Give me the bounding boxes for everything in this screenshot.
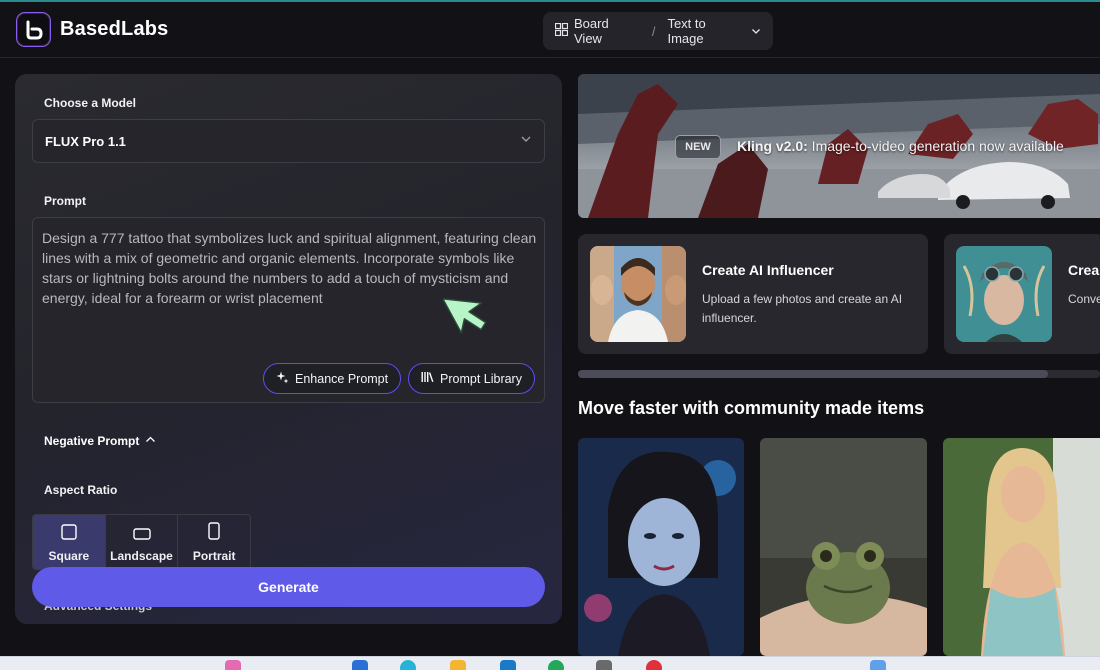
library-icon (421, 371, 434, 386)
chevron-up-icon (145, 434, 156, 448)
taskbar-app-icon[interactable] (225, 660, 241, 670)
aspect-square-option[interactable]: Square (33, 515, 106, 569)
community-section-title: Move faster with community made items (578, 398, 925, 418)
banner-text: Kling v2.0: Image-to-video generation no… (737, 138, 1064, 154)
aspect-ratio-label: Aspect Ratio (44, 483, 118, 497)
app-name[interactable]: BasedLabs (60, 18, 169, 41)
new-badge: NEW (675, 135, 721, 159)
announcement-banner[interactable]: NEW Kling v2.0: Image-to-video generatio… (578, 74, 1100, 218)
aspect-portrait-label: Portrait (192, 549, 236, 563)
breadcrumb-separator: / (651, 23, 656, 39)
generation-panel: Choose a Model FLUX Pro 1.1 Prompt Desig… (15, 74, 562, 624)
community-item[interactable] (578, 438, 744, 656)
card-description: Upload a few photos and create an AI inf… (702, 292, 903, 325)
square-icon (61, 524, 77, 543)
banner-body: Image-to-video generation now available (807, 138, 1064, 154)
taskbar-app-icon[interactable] (596, 660, 612, 670)
taskbar-app-icon[interactable] (400, 660, 416, 670)
taskbar-app-icon[interactable] (450, 660, 466, 670)
generate-button[interactable]: Generate (32, 567, 545, 607)
cards-scrollbar[interactable] (578, 370, 1100, 378)
model-label: Choose a Model (44, 96, 137, 110)
community-image-portrait-woman (578, 438, 744, 656)
card-title: Create AI Influencer (702, 262, 834, 278)
aspect-square-label: Square (48, 549, 90, 563)
taskbar-app-icon[interactable] (870, 660, 886, 670)
enhance-prompt-label: Enhance Prompt (295, 371, 389, 386)
taskbar-app-icon[interactable] (500, 660, 516, 670)
banner-title: Kling v2.0: (737, 138, 808, 154)
landscape-icon (132, 528, 151, 543)
taskbar-app-icon[interactable] (548, 660, 564, 670)
community-image-blonde-woman (943, 438, 1100, 656)
breadcrumb: Board View / Text to Image (543, 12, 773, 50)
chevron-down-icon[interactable] (751, 24, 761, 39)
aspect-landscape-option[interactable]: Landscape (106, 515, 179, 569)
community-item[interactable] (943, 438, 1100, 656)
aspect-landscape-label: Landscape (110, 549, 173, 563)
model-value: FLUX Pro 1.1 (45, 133, 126, 149)
influencer-thumbnail (590, 246, 686, 342)
taskbar-app-icon[interactable] (352, 660, 368, 670)
sparkle-icon (276, 371, 289, 387)
scrollbar-thumb[interactable] (578, 370, 1048, 378)
create-ai-influencer-card[interactable]: Create AI Influencer Upload a few photos… (578, 234, 928, 354)
prompt-library-button[interactable]: Prompt Library (408, 363, 535, 394)
cursor-arrow-icon (442, 292, 489, 343)
aspect-portrait-option[interactable]: Portrait (178, 515, 250, 569)
breadcrumb-board-view[interactable]: Board View (574, 16, 640, 46)
aspect-ratio-group: Square Landscape Portrait (32, 514, 251, 570)
chevron-down-icon (520, 132, 532, 150)
cyborg-thumbnail (956, 246, 1052, 342)
prompt-library-label: Prompt Library (440, 371, 522, 386)
community-image-frog (760, 438, 927, 656)
community-item[interactable] (760, 438, 927, 656)
breadcrumb-current[interactable]: Text to Image (667, 16, 745, 46)
card-description: Conve (1068, 292, 1100, 306)
card-title: Crea (1068, 262, 1100, 278)
taskbar-app-icon[interactable] (646, 660, 662, 670)
portrait-icon (208, 522, 220, 543)
model-select[interactable]: FLUX Pro 1.1 (32, 119, 545, 163)
prompt-label: Prompt (44, 194, 86, 208)
create-card-partial[interactable]: Crea Conve (944, 234, 1100, 354)
negative-prompt-toggle[interactable]: Negative Prompt (44, 434, 156, 448)
os-taskbar (0, 656, 1100, 670)
grid-icon (554, 22, 569, 39)
top-header: BasedLabs Board View / Text to Image (0, 0, 1100, 58)
negative-prompt-label: Negative Prompt (44, 434, 140, 448)
enhance-prompt-button[interactable]: Enhance Prompt (263, 363, 402, 394)
logo-icon[interactable] (16, 12, 51, 47)
